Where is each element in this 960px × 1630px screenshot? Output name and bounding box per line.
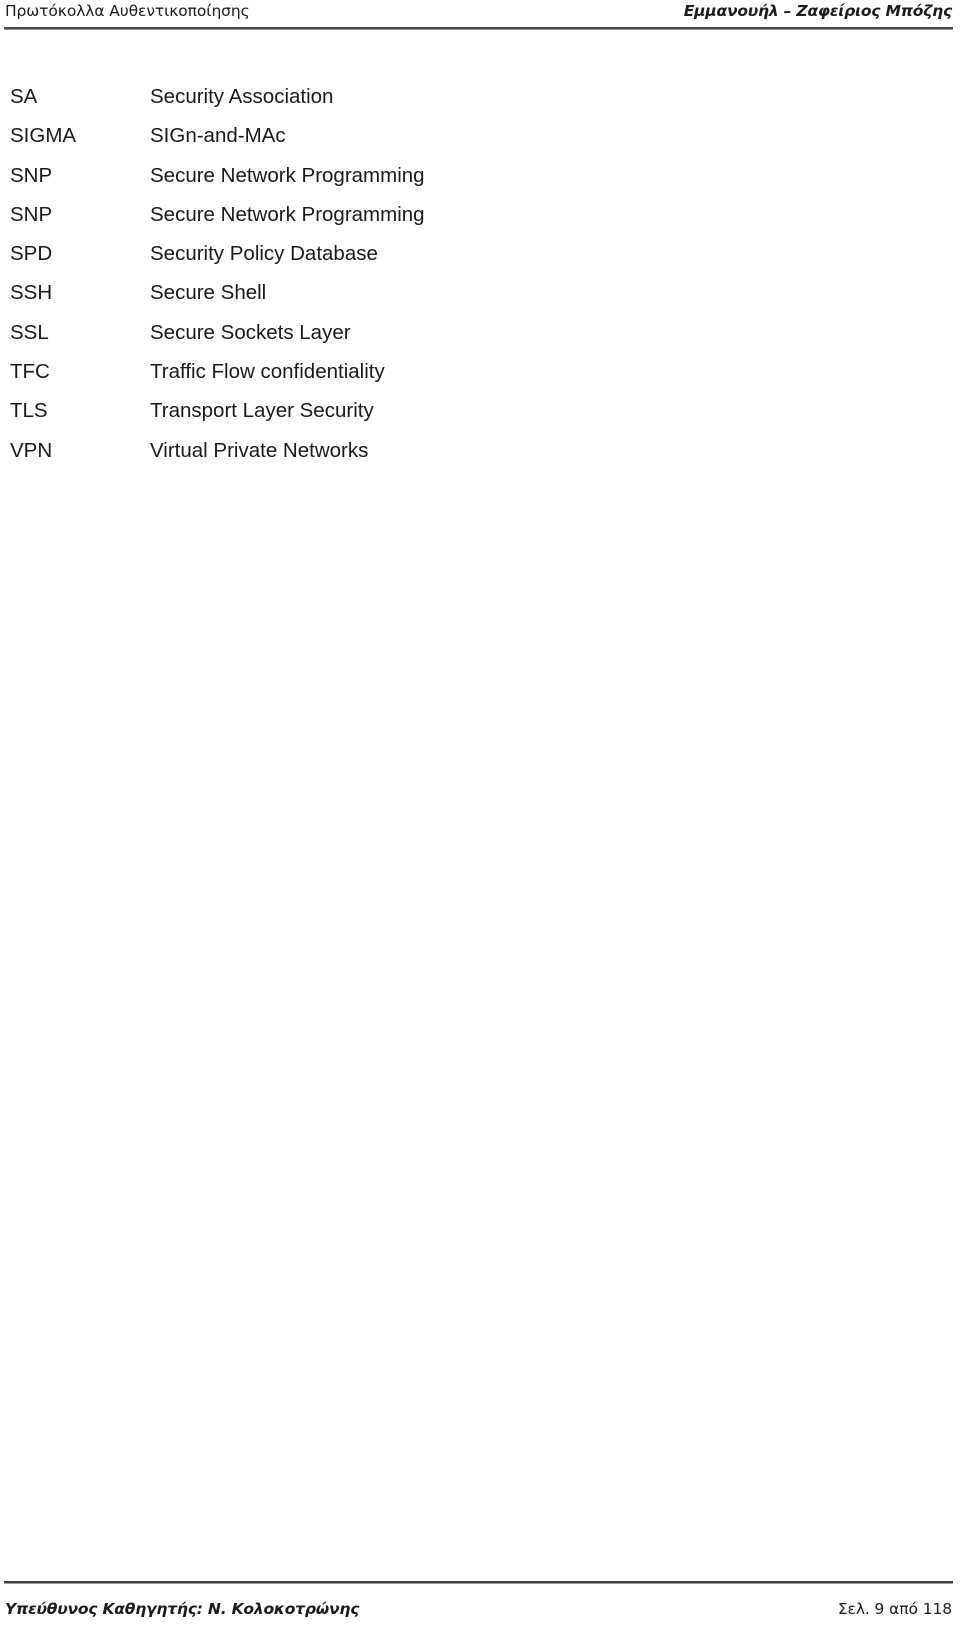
abbreviation-definition: Secure Shell xyxy=(150,281,267,305)
abbreviation-term: SPD xyxy=(10,242,53,266)
abbreviation-row: SIGMA SIGn-and-MAc xyxy=(0,123,960,162)
abbreviation-row: TFC Traffic Flow confidentiality xyxy=(0,359,960,398)
abbreviation-definition: Traffic Flow confidentiality xyxy=(150,360,385,384)
abbreviation-term: SSL xyxy=(10,320,49,344)
abbreviation-row: SNP Secure Network Programming xyxy=(0,163,960,202)
header-author-name: Εμμανουήλ – Ζαφείριος Μπόζης xyxy=(683,2,952,20)
abbreviation-term: TLS xyxy=(10,399,48,423)
abbreviation-term: SNP xyxy=(10,202,53,226)
abbreviation-row: SNP Secure Network Programming xyxy=(0,202,960,241)
abbreviation-definition: Secure Sockets Layer xyxy=(150,320,351,344)
abbreviation-row: SSL Secure Sockets Layer xyxy=(0,320,960,359)
header-document-title: Πρωτόκολλα Αυθεντικοποίησης xyxy=(5,2,250,20)
abbreviation-definition: Security Association xyxy=(150,85,334,108)
abbreviation-row: SA Security Association xyxy=(0,84,960,123)
abbreviation-definition: Transport Layer Security xyxy=(150,399,374,423)
abbreviation-row: TLS Transport Layer Security xyxy=(0,398,960,437)
abbreviation-row: SPD Security Policy Database xyxy=(0,241,960,280)
footer-divider-shadow xyxy=(4,1583,953,1584)
abbreviation-term: SIGMA xyxy=(10,124,77,148)
header-divider-shadow xyxy=(4,29,953,30)
abbreviation-definition: Virtual Private Networks xyxy=(150,438,369,462)
abbreviation-definition: Secure Network Programming xyxy=(150,202,425,226)
abbreviation-definition: SIGn-and-MAc xyxy=(150,124,286,148)
page-header: Πρωτόκολλα Αυθεντικοποίησης Εμμανουήλ – … xyxy=(5,0,952,28)
abbreviation-term: VPN xyxy=(10,438,53,462)
footer-page-number: Σελ. 9 από 118 xyxy=(837,1600,952,1618)
abbreviation-row: SSH Secure Shell xyxy=(0,280,960,319)
abbreviation-term: SA xyxy=(10,85,38,108)
page-footer: Υπεύθυνος Καθηγητής: Ν. Κολοκοτρώνης Σελ… xyxy=(5,1598,952,1620)
document-page: Πρωτόκολλα Αυθεντικοποίησης Εμμανουήλ – … xyxy=(0,0,960,1630)
abbreviation-definition: Security Policy Database xyxy=(150,242,378,266)
abbreviation-list: SA Security Association SIGMA SIGn-and-MAc S… xyxy=(0,84,960,477)
abbreviation-term: SNP xyxy=(10,163,53,187)
abbreviation-term: SSH xyxy=(10,281,53,305)
abbreviation-definition: Secure Network Programming xyxy=(150,163,425,187)
footer-supervisor: Υπεύθυνος Καθηγητής: Ν. Κολοκοτρώνης xyxy=(5,1600,360,1618)
abbreviation-row: VPN Virtual Private Networks xyxy=(0,438,960,477)
abbreviation-term: TFC xyxy=(10,360,50,384)
